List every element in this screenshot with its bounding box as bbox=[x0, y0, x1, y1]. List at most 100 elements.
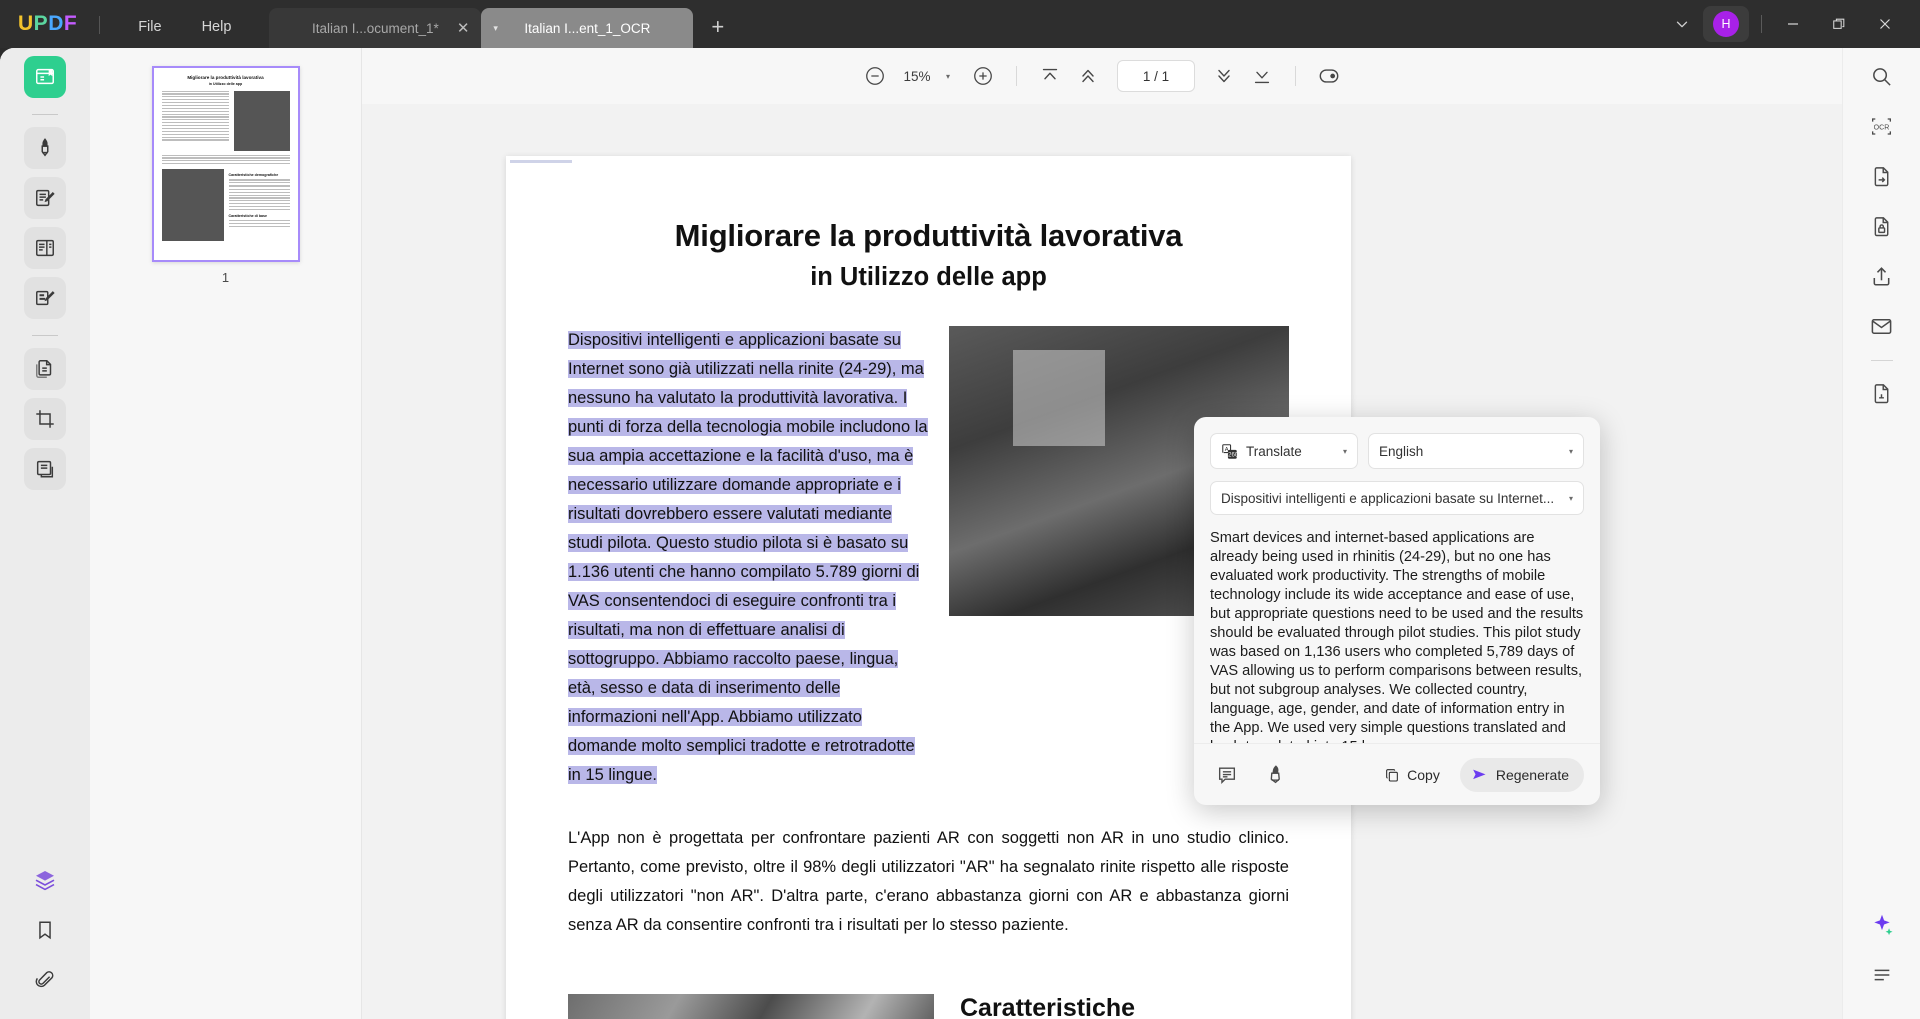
close-button[interactable] bbox=[1862, 0, 1908, 48]
menu-help[interactable]: Help bbox=[182, 19, 252, 35]
sidebar-item-layers[interactable] bbox=[24, 859, 66, 901]
target-language-label: English bbox=[1379, 444, 1569, 459]
translation-result-text[interactable]: Smart devices and internet-based applica… bbox=[1210, 529, 1584, 743]
right-item-convert[interactable] bbox=[1862, 156, 1902, 196]
divider bbox=[1761, 15, 1762, 33]
page-number-value: 1 / 1 bbox=[1143, 69, 1169, 84]
thumbnail-heading: Caratteristiche demografiche bbox=[229, 173, 290, 177]
restore-button[interactable] bbox=[1816, 0, 1862, 48]
thumbnail-image-2 bbox=[162, 169, 224, 241]
svg-text:\u2605: \u2605 bbox=[1223, 452, 1238, 458]
document-title-line2: in Utilizzo delle app bbox=[506, 263, 1351, 292]
document-column-right: Caratteristiche demografiche Sono stati … bbox=[960, 994, 1289, 1019]
logo-letter-d: D bbox=[48, 12, 64, 36]
menu-file[interactable]: File bbox=[118, 19, 181, 35]
chevron-down-icon[interactable] bbox=[1661, 0, 1703, 48]
copy-label: Copy bbox=[1407, 767, 1440, 783]
copy-icon bbox=[1384, 767, 1400, 783]
last-page-button[interactable] bbox=[1243, 57, 1281, 95]
sidebar-item-crop[interactable] bbox=[24, 398, 66, 440]
thumbnail-title: Migliorare la produttività lavorativa bbox=[162, 75, 290, 80]
translate-icon: A\u2605 bbox=[1221, 443, 1238, 460]
right-item-email[interactable] bbox=[1862, 306, 1902, 346]
thumbnail-col: Caratteristiche demografiche Caratterist… bbox=[229, 169, 290, 241]
sidebar-item-form[interactable] bbox=[24, 277, 66, 319]
divider bbox=[1016, 66, 1017, 86]
left-toolbar bbox=[0, 48, 90, 1019]
copy-button[interactable]: Copy bbox=[1378, 767, 1446, 783]
sidebar-item-bookmarks[interactable] bbox=[24, 909, 66, 951]
regenerate-label: Regenerate bbox=[1496, 767, 1569, 783]
source-text-dropdown[interactable]: Dispositivi intelligenti e applicazioni … bbox=[1210, 481, 1584, 515]
page-marker bbox=[510, 160, 572, 163]
page-number-input[interactable]: 1 / 1 bbox=[1117, 60, 1195, 92]
logo-letter-f: F bbox=[64, 12, 77, 36]
sidebar-item-attachments[interactable] bbox=[24, 959, 66, 1001]
document-section-2: Caratteristiche demografiche Sono stati … bbox=[506, 994, 1351, 1019]
thumbnail-lines-2 bbox=[162, 155, 290, 165]
thumbnail-subtitle: in Utilizzo delle app bbox=[162, 82, 290, 86]
divider bbox=[32, 335, 58, 336]
selected-paragraph[interactable]: Dispositivi intelligenti e applicazioni … bbox=[568, 331, 928, 784]
thumbnail-page-number: 1 bbox=[222, 270, 229, 285]
avatar: H bbox=[1713, 11, 1739, 37]
right-item-compress[interactable] bbox=[1862, 373, 1902, 413]
new-tab-button[interactable]: + bbox=[711, 16, 724, 38]
highlighter-icon[interactable] bbox=[1258, 760, 1292, 790]
document-image-2 bbox=[568, 994, 934, 1019]
document-viewport[interactable]: Migliorare la produttività lavorativa in… bbox=[362, 104, 1842, 1019]
thumbnail-heading-2: Caratteristiche di base bbox=[229, 214, 290, 218]
regenerate-button[interactable]: Regenerate bbox=[1460, 758, 1584, 792]
target-language-dropdown[interactable]: English ▾ bbox=[1368, 433, 1584, 469]
view-mode-button[interactable] bbox=[1310, 57, 1348, 95]
right-item-share[interactable] bbox=[1862, 256, 1902, 296]
zoom-level-value[interactable]: 15% bbox=[894, 69, 940, 84]
thumbnail-lines-4 bbox=[229, 220, 290, 227]
sidebar-item-stamp[interactable] bbox=[24, 448, 66, 490]
tab-document-1-ocr[interactable]: ▾ Italian I...ent_1_OCR bbox=[481, 8, 693, 48]
minimize-button[interactable] bbox=[1770, 0, 1816, 48]
chevron-down-icon[interactable]: ▾ bbox=[493, 24, 498, 33]
svg-text:OCR: OCR bbox=[1874, 124, 1890, 131]
document-paragraph-2[interactable]: L'App non è progettata per confrontare p… bbox=[568, 824, 1289, 940]
sidebar-item-page-layout[interactable] bbox=[24, 227, 66, 269]
sidebar-item-edit-text[interactable] bbox=[24, 177, 66, 219]
right-item-more[interactable] bbox=[1862, 955, 1902, 995]
next-page-button[interactable] bbox=[1205, 57, 1243, 95]
right-toolbar: OCR bbox=[1842, 48, 1920, 1019]
comment-icon[interactable] bbox=[1210, 760, 1244, 790]
play-icon bbox=[1471, 766, 1488, 783]
right-item-ocr[interactable]: OCR bbox=[1862, 106, 1902, 146]
right-toolbar-bottom bbox=[1862, 905, 1902, 1005]
divider bbox=[99, 16, 100, 34]
thumbnail-content: Migliorare la produttività lavorativa in… bbox=[154, 68, 298, 248]
zoom-out-button[interactable] bbox=[856, 57, 894, 95]
translate-panel-header: A\u2605 Translate ▾ English ▾ bbox=[1194, 417, 1600, 469]
thumbnail-pane: Migliorare la produttività lavorativa in… bbox=[90, 48, 362, 1019]
thumbnail-row bbox=[162, 91, 290, 151]
divider bbox=[32, 114, 58, 115]
thumbnail-row-2: Caratteristiche demografiche Caratterist… bbox=[162, 169, 290, 241]
right-item-search[interactable] bbox=[1862, 56, 1902, 96]
title-bar: UPDF File Help Italian I...ocument_1* ✕ … bbox=[0, 0, 1920, 48]
logo-letter-u: U bbox=[18, 12, 34, 36]
document-section-heading: Caratteristiche demografiche bbox=[960, 994, 1289, 1019]
chevron-down-icon[interactable]: ▾ bbox=[946, 72, 950, 81]
close-icon[interactable]: ✕ bbox=[457, 21, 470, 36]
right-item-ai-assistant[interactable] bbox=[1862, 905, 1902, 945]
view-toolbar: 15% ▾ 1 / 1 bbox=[362, 48, 1842, 104]
sidebar-item-highlight[interactable] bbox=[24, 127, 66, 169]
avatar-button[interactable]: H bbox=[1703, 6, 1749, 42]
zoom-in-button[interactable] bbox=[964, 57, 1002, 95]
source-text-label: Dispositivi intelligenti e applicazioni … bbox=[1221, 491, 1569, 506]
sidebar-item-organize-pages[interactable] bbox=[24, 348, 66, 390]
document-title-line1: Migliorare la produttività lavorativa bbox=[506, 218, 1351, 254]
first-page-button[interactable] bbox=[1031, 57, 1069, 95]
tab-document-1[interactable]: Italian I...ocument_1* ✕ bbox=[269, 8, 481, 48]
right-item-protect[interactable] bbox=[1862, 206, 1902, 246]
divider bbox=[1295, 66, 1296, 86]
sidebar-item-reader[interactable] bbox=[24, 56, 66, 98]
thumbnail-page-1[interactable]: Migliorare la produttività lavorativa in… bbox=[152, 66, 300, 262]
previous-page-button[interactable] bbox=[1069, 57, 1107, 95]
translate-mode-dropdown[interactable]: A\u2605 Translate ▾ bbox=[1210, 433, 1358, 469]
